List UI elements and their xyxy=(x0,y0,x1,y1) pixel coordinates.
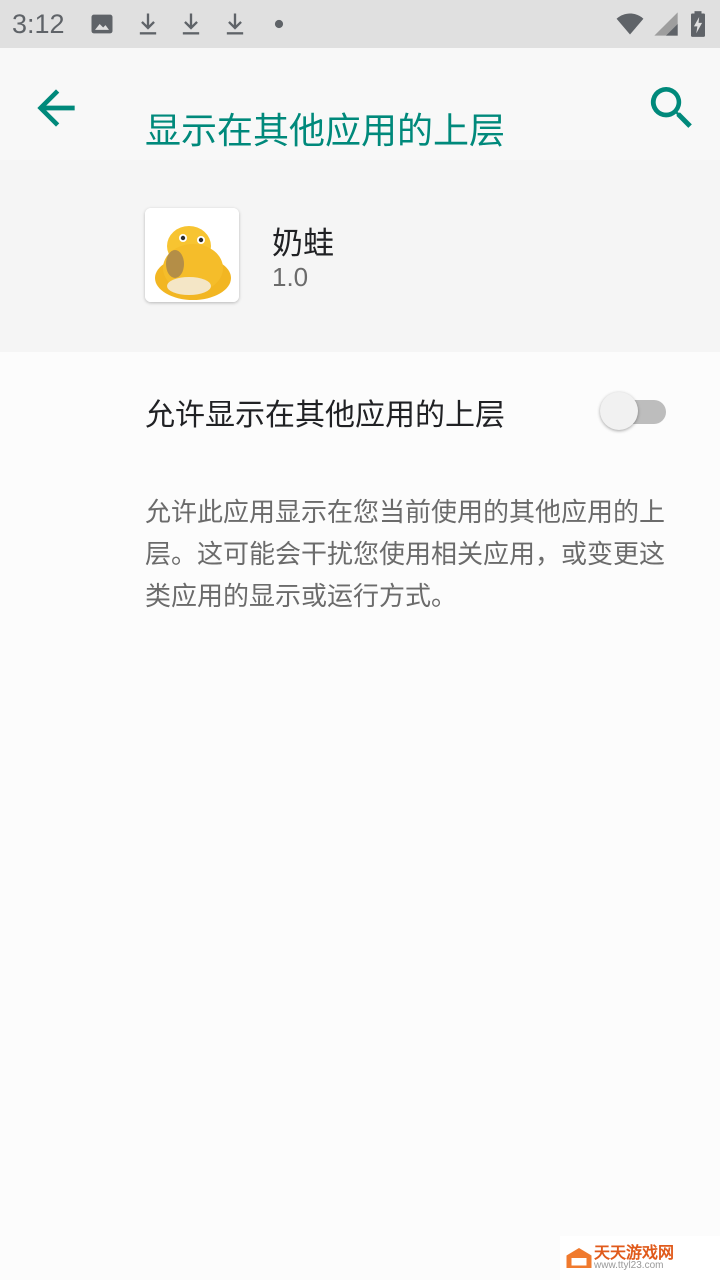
image-icon xyxy=(91,14,113,34)
download-icon xyxy=(226,13,244,35)
frog-character-icon xyxy=(145,208,239,302)
dot-icon xyxy=(274,19,284,29)
settings-content: 允许显示在其他应用的上层 允许此应用显示在您当前使用的其他应用的上层。这可能会干… xyxy=(0,352,720,1280)
status-time: 3:12 xyxy=(12,9,65,39)
arrow-back-icon xyxy=(37,89,75,127)
download-icon xyxy=(182,13,200,35)
download-icon xyxy=(139,13,157,35)
overlay-permission-row[interactable]: 允许显示在其他应用的上层 xyxy=(0,352,720,462)
watermark: 天天游戏网 www.ttyl23.com xyxy=(560,1236,720,1280)
status-bar: 3:12 xyxy=(0,0,720,48)
watermark-url: www.ttyl23.com xyxy=(594,1260,664,1271)
switch-thumb xyxy=(600,392,638,430)
app-bar: 显示在其他应用的上层 xyxy=(0,48,720,160)
search-icon xyxy=(650,87,692,128)
wifi-icon xyxy=(616,13,644,35)
overlay-permission-label: 允许显示在其他应用的上层 xyxy=(145,398,505,433)
app-version: 1.0 xyxy=(272,262,309,292)
watermark-logo-icon xyxy=(566,1248,592,1268)
signal-icon xyxy=(654,12,678,36)
battery-charging-icon xyxy=(691,11,705,37)
app-icon xyxy=(145,208,239,302)
overlay-permission-switch[interactable] xyxy=(600,388,672,430)
search-button[interactable] xyxy=(644,80,700,136)
page-title: 显示在其他应用的上层 xyxy=(145,111,506,152)
back-button[interactable] xyxy=(28,80,84,136)
app-name: 奶蛙 xyxy=(272,226,334,262)
overlay-permission-summary: 允许此应用显示在您当前使用的其他应用的上层。这可能会干扰您使用相关应用，或变更这… xyxy=(145,498,666,612)
app-header: 奶蛙 1.0 xyxy=(0,160,720,352)
